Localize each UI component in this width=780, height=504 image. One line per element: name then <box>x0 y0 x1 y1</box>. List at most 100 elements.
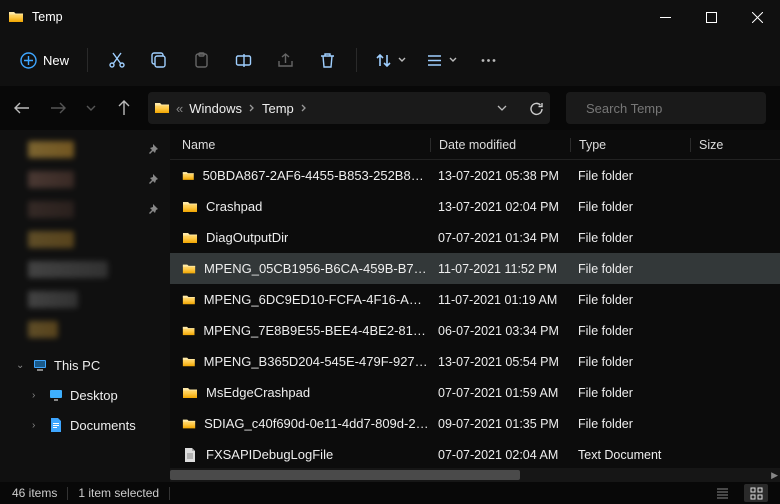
file-type: File folder <box>570 293 690 307</box>
table-row[interactable]: MsEdgeCrashpad07-07-2021 01:59 AMFile fo… <box>170 377 780 408</box>
nav-back-button[interactable] <box>14 100 30 116</box>
item-count: 46 items <box>12 486 57 500</box>
new-button[interactable]: New <box>12 42 77 78</box>
col-date[interactable]: Date modified <box>430 138 570 152</box>
folder-icon <box>8 9 24 25</box>
file-date: 09-07-2021 01:35 PM <box>430 417 570 431</box>
search-box[interactable] <box>566 92 766 124</box>
delete-button[interactable] <box>308 42 346 78</box>
table-row[interactable]: Crashpad13-07-2021 02:04 PMFile folder <box>170 191 780 222</box>
file-date: 11-07-2021 01:19 AM <box>430 293 570 307</box>
file-type: File folder <box>570 169 690 183</box>
col-size[interactable]: Size <box>690 138 780 152</box>
tree-documents[interactable]: › Documents <box>0 410 170 440</box>
nav-recent-button[interactable] <box>86 103 96 113</box>
cut-icon <box>108 51 126 69</box>
column-headers[interactable]: Name Date modified Type Size <box>170 130 780 160</box>
chevron-right-icon[interactable]: › <box>32 390 42 401</box>
refresh-icon[interactable] <box>529 101 544 116</box>
quick-access-item[interactable] <box>0 164 170 194</box>
folder-icon <box>182 199 198 215</box>
plus-circle-icon <box>20 52 37 69</box>
sort-button[interactable] <box>367 42 414 78</box>
file-icon <box>182 447 198 463</box>
view-details-button[interactable] <box>710 484 734 502</box>
chevron-down-icon[interactable] <box>497 103 507 113</box>
quick-access-item[interactable] <box>0 194 170 224</box>
nav-forward-button[interactable] <box>50 100 66 116</box>
trash-icon <box>319 52 336 69</box>
selected-count: 1 item selected <box>78 486 159 500</box>
window-title: Temp <box>32 10 642 24</box>
minimize-button[interactable] <box>642 0 688 34</box>
file-name: 50BDA867-2AF6-4455-B853-252B8E414777-Sig… <box>203 168 430 183</box>
tree-this-pc[interactable]: ⌄ This PC <box>0 350 170 380</box>
file-date: 07-07-2021 01:59 AM <box>430 386 570 400</box>
col-type[interactable]: Type <box>570 138 690 152</box>
breadcrumb-temp[interactable]: Temp <box>262 101 294 116</box>
file-name: MPENG_B365D204-545E-479F-927B-5E58... <box>204 354 430 369</box>
col-name[interactable]: Name <box>182 138 430 152</box>
chevron-down-icon[interactable]: ⌄ <box>16 360 26 371</box>
table-row[interactable]: FXSAPIDebugLogFile07-07-2021 02:04 AMTex… <box>170 439 780 468</box>
breadcrumb-windows[interactable]: Windows <box>189 101 242 116</box>
view-icon <box>426 52 443 69</box>
table-row[interactable]: SDIAG_c40f690d-0e11-4dd7-809d-261c5c...0… <box>170 408 780 439</box>
tree-desktop[interactable]: › Desktop <box>0 380 170 410</box>
table-row[interactable]: MPENG_7E8B9E55-BEE4-4BE2-819D-8BEF...06-… <box>170 315 780 346</box>
table-row[interactable]: 50BDA867-2AF6-4455-B853-252B8E414777-Sig… <box>170 160 780 191</box>
status-bar: 46 items 1 item selected <box>0 482 780 504</box>
paste-button[interactable] <box>182 42 220 78</box>
file-date: 13-07-2021 05:38 PM <box>430 169 570 183</box>
quick-access-item[interactable] <box>0 134 170 164</box>
pc-icon <box>32 357 48 373</box>
file-name: MPENG_05CB1956-B6CA-459B-B7DC-0F... <box>204 261 430 276</box>
folder-icon <box>182 385 198 401</box>
file-name: MPENG_7E8B9E55-BEE4-4BE2-819D-8BEF... <box>203 323 430 338</box>
file-date: 07-07-2021 01:34 PM <box>430 231 570 245</box>
close-button[interactable] <box>734 0 780 34</box>
file-type: File folder <box>570 231 690 245</box>
share-button[interactable] <box>266 42 304 78</box>
chevron-down-icon <box>449 56 457 64</box>
folder-icon <box>182 230 198 246</box>
table-row[interactable]: MPENG_05CB1956-B6CA-459B-B7DC-0F...11-07… <box>170 253 780 284</box>
chevron-right-icon <box>300 104 308 112</box>
view-button[interactable] <box>418 42 465 78</box>
rename-button[interactable] <box>224 42 262 78</box>
paste-icon <box>193 52 210 69</box>
file-name: DiagOutputDir <box>206 230 288 245</box>
navigation-pane[interactable]: ⌄ This PC › Desktop › Documents <box>0 130 170 482</box>
file-date: 13-07-2021 05:54 PM <box>430 355 570 369</box>
more-button[interactable] <box>469 42 507 78</box>
quick-access-item[interactable] <box>0 224 170 254</box>
nav-up-button[interactable] <box>116 100 132 116</box>
maximize-button[interactable] <box>688 0 734 34</box>
copy-button[interactable] <box>140 42 178 78</box>
quick-access-item[interactable] <box>0 254 170 284</box>
folder-icon <box>182 416 196 432</box>
file-date: 11-07-2021 11:52 PM <box>430 262 570 276</box>
chevron-right-icon <box>248 104 256 112</box>
horizontal-scrollbar[interactable]: ▶ <box>170 468 780 482</box>
file-name: MsEdgeCrashpad <box>206 385 310 400</box>
table-row[interactable]: DiagOutputDir 07-07-2021 01:34 PMFile fol… <box>170 222 780 253</box>
pin-icon <box>147 174 158 185</box>
quick-access-item[interactable] <box>0 284 170 314</box>
file-type: File folder <box>570 200 690 214</box>
file-name: SDIAG_c40f690d-0e11-4dd7-809d-261c5c... <box>204 416 430 431</box>
table-row[interactable]: MPENG_6DC9ED10-FCFA-4F16-ADAE-EA...11-07… <box>170 284 780 315</box>
search-input[interactable] <box>586 101 762 116</box>
rename-icon <box>235 52 252 69</box>
chevron-right-icon[interactable]: › <box>32 420 42 431</box>
file-type: File folder <box>570 355 690 369</box>
folder-icon <box>182 292 196 308</box>
quick-access-item[interactable] <box>0 314 170 344</box>
cut-button[interactable] <box>98 42 136 78</box>
pin-icon <box>147 204 158 215</box>
address-bar[interactable]: « Windows Temp <box>148 92 550 124</box>
table-row[interactable]: MPENG_B365D204-545E-479F-927B-5E58...13-… <box>170 346 780 377</box>
copy-icon <box>151 52 168 69</box>
view-large-button[interactable] <box>744 484 768 502</box>
folder-icon <box>182 323 195 339</box>
